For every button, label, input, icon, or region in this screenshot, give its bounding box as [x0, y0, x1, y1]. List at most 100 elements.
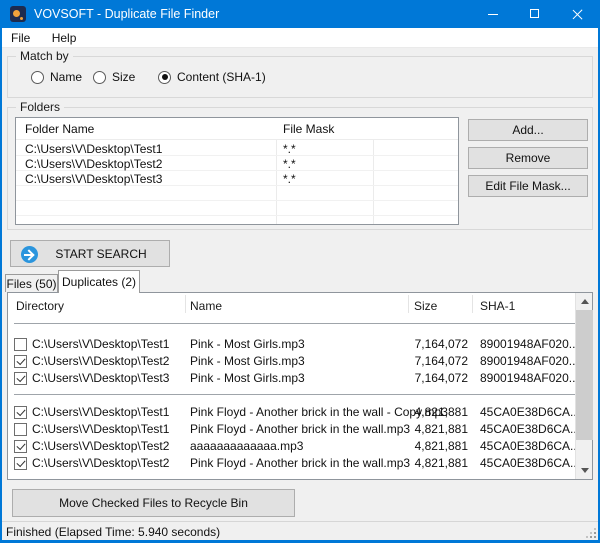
duplicates-list[interactable]: Directory Name Size SHA-1 C:\Users\V\Des… — [7, 292, 593, 480]
cell-directory: C:\Users\V\Desktop\Test1 — [32, 422, 169, 436]
resize-grip-icon[interactable] — [594, 536, 596, 538]
app-icon — [10, 6, 26, 22]
duplicate-row[interactable]: C:\Users\V\Desktop\Test2 Pink - Most Gir… — [8, 354, 586, 371]
add-button[interactable]: Add... — [468, 119, 588, 141]
folders-label: Folders — [16, 100, 64, 114]
cell-size: 4,821,881 — [378, 456, 468, 470]
folder-row-empty — [16, 216, 458, 225]
folders-table-header: Folder Name File Mask — [16, 118, 458, 140]
start-search-button[interactable]: START SEARCH — [10, 240, 170, 267]
move-to-recycle-bin-button[interactable]: Move Checked Files to Recycle Bin — [12, 489, 295, 517]
row-checkbox[interactable] — [14, 372, 27, 385]
cell-directory: C:\Users\V\Desktop\Test1 — [32, 405, 169, 419]
folders-table[interactable]: Folder Name File Mask C:\Users\V\Desktop… — [15, 117, 459, 225]
duplicate-row[interactable]: C:\Users\V\Desktop\Test3 Pink - Most Gir… — [8, 371, 586, 388]
folder-row[interactable]: C:\Users\V\Desktop\Test2 *.* — [16, 156, 458, 171]
remove-button[interactable]: Remove — [468, 147, 588, 169]
radio-name[interactable]: Name — [31, 70, 82, 84]
cell-sha1: 45CA0E38D6CA... — [480, 456, 580, 470]
duplicate-row[interactable]: C:\Users\V\Desktop\Test1 Pink - Most Gir… — [8, 337, 586, 354]
col-folder-name: Folder Name — [25, 122, 94, 136]
scroll-down-button[interactable] — [576, 462, 593, 479]
vertical-scrollbar[interactable] — [575, 293, 592, 479]
group-separator — [14, 394, 580, 395]
cell-directory: C:\Users\V\Desktop\Test2 — [32, 354, 169, 368]
menu-file[interactable]: File — [2, 28, 39, 48]
cell-directory: C:\Users\V\Desktop\Test2 — [32, 439, 169, 453]
radio-content-label: Content (SHA-1) — [177, 70, 266, 84]
col-sha1[interactable]: SHA-1 — [480, 299, 515, 313]
cell-directory: C:\Users\V\Desktop\Test3 — [32, 371, 169, 385]
row-checkbox[interactable] — [14, 440, 27, 453]
minimize-icon — [488, 14, 498, 15]
maximize-button[interactable] — [514, 0, 556, 28]
tab-files[interactable]: Files (50) — [5, 274, 58, 292]
row-checkbox[interactable] — [14, 457, 27, 470]
cell-size: 4,821,881 — [378, 422, 468, 436]
status-bar: Finished (Elapsed Time: 5.940 seconds) — [2, 521, 598, 540]
match-by-group: Match by Name Size Content (SHA-1) — [7, 56, 593, 98]
radio-size-label: Size — [112, 70, 135, 84]
cell-name: Pink - Most Girls.mp3 — [190, 354, 305, 368]
start-search-label: START SEARCH — [33, 247, 146, 261]
duplicate-row[interactable]: C:\Users\V\Desktop\Test2 Pink Floyd - An… — [8, 456, 586, 473]
scrollbar-up-icon — [581, 299, 589, 304]
radio-name-circle[interactable] — [31, 71, 44, 84]
duplicate-row[interactable]: C:\Users\V\Desktop\Test1 Pink Floyd - An… — [8, 422, 586, 439]
window-title: VOVSOFT - Duplicate File Finder — [34, 7, 219, 21]
header-divider — [408, 295, 409, 313]
folder-mask: *.* — [283, 142, 296, 156]
row-checkbox[interactable] — [14, 423, 27, 436]
folder-path: C:\Users\V\Desktop\Test2 — [25, 157, 162, 171]
radio-size-circle[interactable] — [93, 71, 106, 84]
duplicate-row[interactable]: C:\Users\V\Desktop\Test2 aaaaaaaaaaaaa.m… — [8, 439, 586, 456]
radio-name-label: Name — [50, 70, 82, 84]
edit-file-mask-button[interactable]: Edit File Mask... — [468, 175, 588, 197]
cell-size: 7,164,072 — [378, 354, 468, 368]
scroll-up-button[interactable] — [576, 293, 593, 310]
match-by-label: Match by — [16, 49, 73, 63]
cell-name: Pink - Most Girls.mp3 — [190, 371, 305, 385]
group-separator — [14, 323, 580, 324]
cell-sha1: 45CA0E38D6CA... — [480, 439, 580, 453]
start-search-arrow-icon — [21, 246, 38, 263]
scrollbar-down-icon — [581, 468, 589, 473]
cell-sha1: 89001948AF020... — [480, 337, 579, 351]
cell-sha1: 89001948AF020... — [480, 371, 579, 385]
maximize-icon — [530, 9, 539, 18]
cell-name: aaaaaaaaaaaaa.mp3 — [190, 439, 303, 453]
header-divider — [185, 295, 186, 313]
cell-sha1: 45CA0E38D6CA... — [480, 405, 580, 419]
cell-directory: C:\Users\V\Desktop\Test1 — [32, 337, 169, 351]
row-checkbox[interactable] — [14, 338, 27, 351]
tab-duplicates[interactable]: Duplicates (2) — [58, 270, 140, 293]
cell-name: Pink - Most Girls.mp3 — [190, 337, 305, 351]
minimize-button[interactable] — [472, 0, 514, 28]
folder-row-empty — [16, 186, 458, 201]
title-bar: VOVSOFT - Duplicate File Finder — [2, 0, 598, 28]
folder-mask: *.* — [283, 172, 296, 186]
col-name[interactable]: Name — [190, 299, 222, 313]
radio-size[interactable]: Size — [93, 70, 135, 84]
scrollbar-thumb[interactable] — [576, 310, 593, 440]
cell-size: 7,164,072 — [378, 371, 468, 385]
folder-row[interactable]: C:\Users\V\Desktop\Test1 *.* — [16, 141, 458, 156]
cell-size: 4,821,881 — [378, 405, 468, 419]
row-checkbox[interactable] — [14, 406, 27, 419]
folder-path: C:\Users\V\Desktop\Test1 — [25, 142, 162, 156]
menu-help[interactable]: Help — [43, 28, 86, 48]
col-size[interactable]: Size — [414, 299, 437, 313]
col-directory[interactable]: Directory — [16, 299, 64, 313]
folder-row-empty — [16, 201, 458, 216]
duplicate-row[interactable]: C:\Users\V\Desktop\Test1 Pink Floyd - An… — [8, 405, 586, 422]
radio-content-sha1[interactable]: Content (SHA-1) — [158, 70, 266, 84]
status-text: Finished (Elapsed Time: 5.940 seconds) — [6, 525, 220, 539]
folder-mask: *.* — [283, 157, 296, 171]
close-button[interactable] — [556, 0, 598, 28]
folder-row[interactable]: C:\Users\V\Desktop\Test3 *.* — [16, 171, 458, 186]
menu-bar: File Help — [2, 28, 598, 48]
folder-path: C:\Users\V\Desktop\Test3 — [25, 172, 162, 186]
row-checkbox[interactable] — [14, 355, 27, 368]
radio-content-circle[interactable] — [158, 71, 171, 84]
cell-directory: C:\Users\V\Desktop\Test2 — [32, 456, 169, 470]
